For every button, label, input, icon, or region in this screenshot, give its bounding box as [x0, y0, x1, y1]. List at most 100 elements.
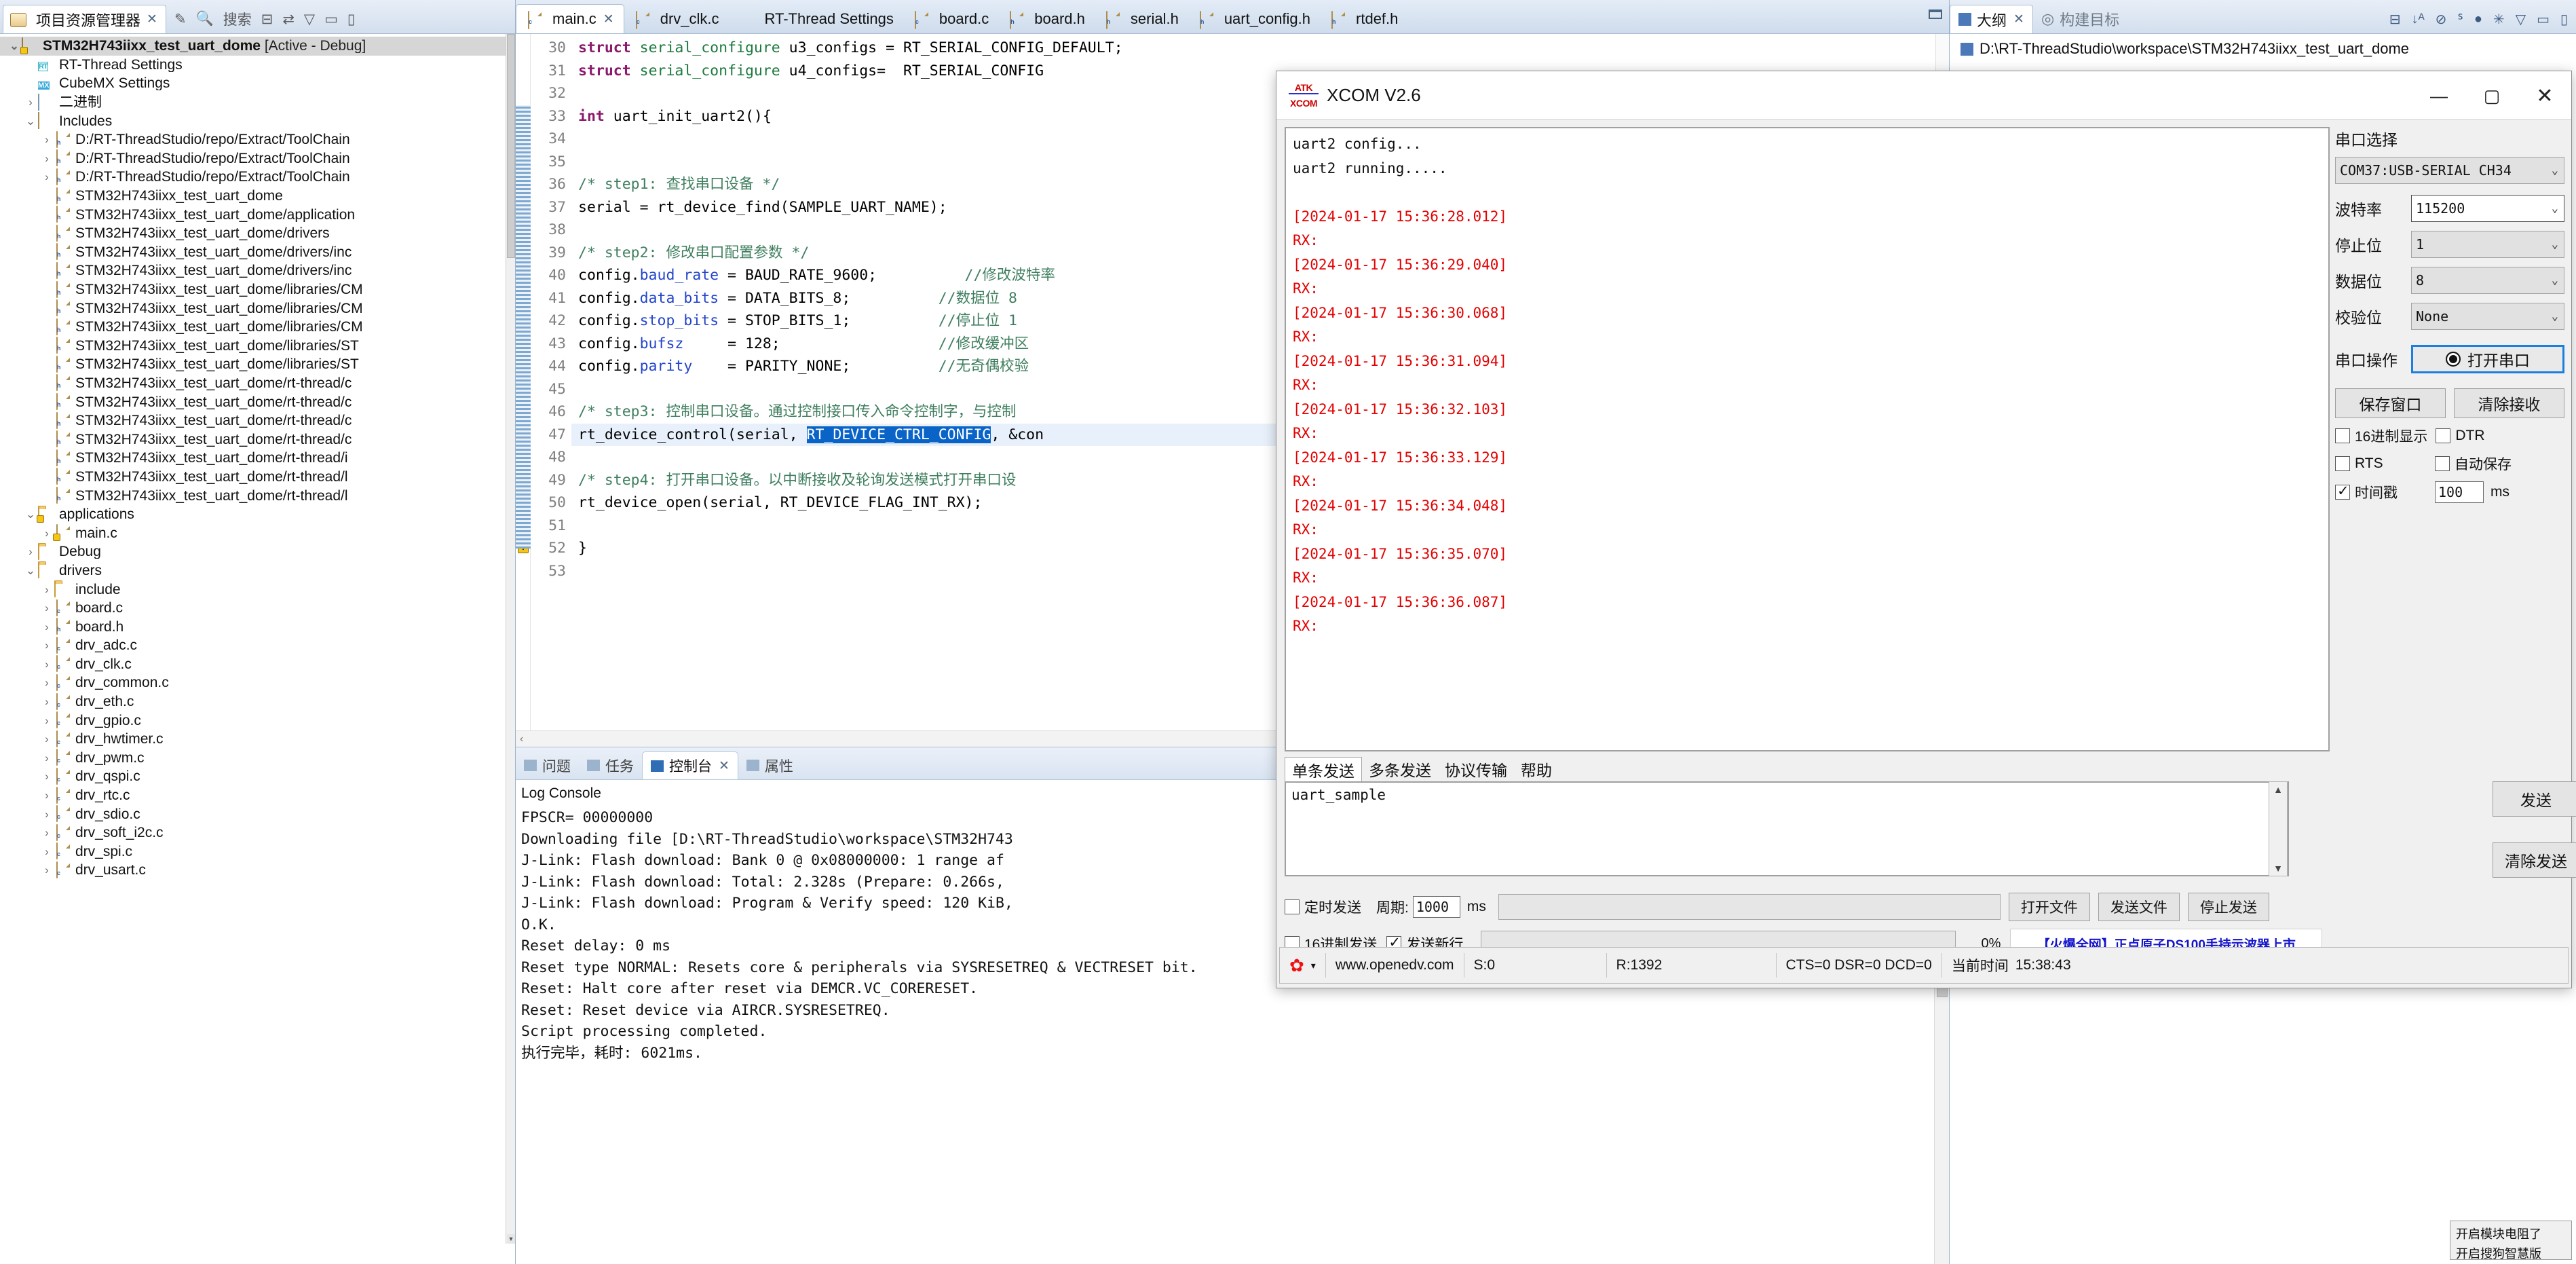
- tree-expand-arrow[interactable]: ›: [39, 808, 54, 820]
- tab-build-target[interactable]: ◎ 构建目标: [2033, 5, 2127, 33]
- tree-item[interactable]: ›cdrv_gpio.c: [0, 711, 506, 730]
- tree-expand-arrow[interactable]: ›: [39, 864, 54, 876]
- tree-item[interactable]: ·hSTM32H743iixx_test_uart_dome/rt-thread…: [0, 430, 506, 449]
- tree-item[interactable]: ·hSTM32H743iixx_test_uart_dome/drivers/i…: [0, 261, 506, 280]
- tree-expand-arrow[interactable]: ›: [39, 171, 54, 183]
- tree-item[interactable]: ⌄STM32H743iixx_test_uart_dome [Active - …: [0, 37, 506, 56]
- console-tab-任务[interactable]: 任务: [579, 751, 642, 779]
- tree-expand-arrow[interactable]: ›: [39, 639, 54, 651]
- view-menu-icon[interactable]: ▽: [304, 11, 315, 28]
- timed-send-checkbox[interactable]: [1285, 899, 1300, 914]
- code-line[interactable]: struct serial_configure u3_configs = RT_…: [571, 37, 1949, 60]
- ime-floating-bar[interactable]: 开启模块电阻了 开启搜狗智慧版: [2450, 1221, 2572, 1260]
- editor-tabbar[interactable]: cmain.c✕cdrv_clk.cRT-Thread Settingscboa…: [516, 0, 1949, 34]
- tree-expand-arrow[interactable]: ·: [23, 59, 38, 71]
- tree-item[interactable]: ›cboard.c: [0, 599, 506, 618]
- website-label[interactable]: www.openedv.com: [1326, 953, 1464, 978]
- hide-static-icon[interactable]: ᔆ: [2457, 11, 2463, 28]
- tree-expand-arrow[interactable]: ⌄: [7, 40, 22, 52]
- dtr-checkbox[interactable]: [2436, 428, 2450, 443]
- tree-expand-arrow[interactable]: ›: [39, 827, 54, 838]
- tree-item[interactable]: ·hSTM32H743iixx_test_uart_dome/rt-thread…: [0, 486, 506, 505]
- maximize-icon[interactable]: ▯: [347, 11, 356, 28]
- tree-expand-arrow[interactable]: ›: [39, 715, 54, 726]
- send-mode-tabs[interactable]: 单条发送多条发送协议传输帮助: [1285, 757, 1559, 781]
- editor-tab-rtdef-h[interactable]: hrtdef.h: [1320, 4, 1407, 33]
- tree-item[interactable]: ⌄applications: [0, 505, 506, 524]
- tab-project-explorer[interactable]: 项目资源管理器 ✕: [3, 5, 166, 33]
- minimize-icon[interactable]: ▭: [2537, 11, 2550, 28]
- tree-item[interactable]: ·hSTM32H743iixx_test_uart_dome/rt-thread…: [0, 449, 506, 468]
- tree-expand-arrow[interactable]: ›: [39, 696, 54, 707]
- tab-outline[interactable]: 大纲 ✕: [1950, 5, 2033, 33]
- tree-expand-arrow[interactable]: ·: [39, 358, 54, 370]
- minimize-icon[interactable]: —: [2412, 71, 2465, 120]
- tree-expand-arrow[interactable]: ·: [39, 490, 54, 502]
- tree-expand-arrow[interactable]: ›: [39, 527, 54, 539]
- maximize-icon[interactable]: ▯: [2560, 11, 2568, 28]
- tree-expand-arrow[interactable]: ·: [39, 471, 54, 483]
- send-file-button[interactable]: 发送文件: [2098, 893, 2180, 921]
- tree-item[interactable]: ›include: [0, 580, 506, 599]
- sort-az-icon[interactable]: ↓ᴬ: [2412, 12, 2425, 27]
- hex-display-checkbox[interactable]: [2335, 428, 2350, 443]
- tree-item[interactable]: ›cdrv_usart.c: [0, 861, 506, 880]
- hide-nonpublic-icon[interactable]: ●: [2474, 12, 2482, 27]
- tree-item[interactable]: ·hSTM32H743iixx_test_uart_dome/rt-thread…: [0, 392, 506, 411]
- filter-icon[interactable]: ✳: [2493, 11, 2505, 28]
- tree-expand-arrow[interactable]: ·: [39, 377, 54, 389]
- tree-item[interactable]: ·hSTM32H743iixx_test_uart_dome/applicati…: [0, 205, 506, 224]
- scroll-thumb[interactable]: [507, 34, 515, 258]
- tree-expand-arrow[interactable]: ›: [39, 789, 54, 801]
- receive-textarea[interactable]: uart2 config...uart2 running..... [2024-…: [1285, 127, 2330, 751]
- editor-tab-board-c[interactable]: cboard.c: [903, 4, 998, 33]
- tree-item[interactable]: ›hD:/RT-ThreadStudio/repo/Extract/ToolCh…: [0, 149, 506, 168]
- pencil-icon[interactable]: ✎: [174, 11, 187, 28]
- tree-item[interactable]: ›cdrv_hwtimer.c: [0, 730, 506, 749]
- port-select[interactable]: COM37:USB-SERIAL CH34 ⌄: [2335, 157, 2564, 184]
- send-tab-协议传输[interactable]: 协议传输: [1438, 757, 1514, 781]
- project-tree-scrollbar[interactable]: ▲ ▼: [506, 34, 515, 1244]
- tree-item[interactable]: ·hSTM32H743iixx_test_uart_dome/libraries…: [0, 318, 506, 337]
- outline-path-row[interactable]: D:\RT-ThreadStudio\workspace\STM32H743ii…: [1950, 34, 2576, 58]
- timestamp-interval-input[interactable]: 100: [2435, 481, 2484, 503]
- tree-expand-arrow[interactable]: ›: [39, 584, 54, 595]
- collapse-all-icon[interactable]: ⊟: [261, 11, 273, 28]
- tree-expand-arrow[interactable]: ·: [39, 340, 54, 352]
- tree-item[interactable]: ·hSTM32H743iixx_test_uart_dome/drivers: [0, 224, 506, 243]
- tree-expand-arrow[interactable]: ›: [23, 96, 38, 108]
- tree-item[interactable]: ·hSTM32H743iixx_test_uart_dome: [0, 187, 506, 206]
- stop-send-button[interactable]: 停止发送: [2188, 893, 2269, 921]
- tree-item[interactable]: ›Debug: [0, 542, 506, 561]
- close-icon[interactable]: ✕: [2518, 71, 2571, 120]
- tree-item[interactable]: ›cdrv_spi.c: [0, 842, 506, 861]
- send-textarea[interactable]: uart_sample: [1285, 781, 2289, 876]
- rts-checkbox[interactable]: [2335, 456, 2350, 471]
- tree-expand-arrow[interactable]: ⌄: [23, 115, 38, 127]
- timestamp-checkbox[interactable]: [2335, 485, 2350, 500]
- tree-expand-arrow[interactable]: ›: [39, 134, 54, 145]
- tree-expand-arrow[interactable]: ›: [39, 770, 54, 782]
- tree-expand-arrow[interactable]: ›: [39, 733, 54, 745]
- tree-expand-arrow[interactable]: ·: [39, 303, 54, 314]
- project-tree[interactable]: ⌄STM32H743iixx_test_uart_dome [Active - …: [0, 34, 506, 1244]
- tree-item[interactable]: ›cdrv_qspi.c: [0, 767, 506, 786]
- tree-expand-arrow[interactable]: ·: [39, 227, 54, 239]
- parity-select[interactable]: None ⌄: [2411, 303, 2564, 330]
- xcom-titlebar[interactable]: ATK XCOM XCOM V2.6 — ▢ ✕: [1276, 71, 2571, 120]
- tree-item[interactable]: ·hSTM32H743iixx_test_uart_dome/rt-thread…: [0, 374, 506, 393]
- tree-expand-arrow[interactable]: ›: [39, 153, 54, 164]
- tree-expand-arrow[interactable]: ›: [39, 621, 54, 633]
- tree-item[interactable]: ›cdrv_sdio.c: [0, 804, 506, 823]
- tree-item[interactable]: ·hSTM32H743iixx_test_uart_dome/rt-thread…: [0, 468, 506, 487]
- tree-item[interactable]: ›hD:/RT-ThreadStudio/repo/Extract/ToolCh…: [0, 130, 506, 149]
- tree-item[interactable]: ›cdrv_soft_i2c.c: [0, 823, 506, 842]
- period-input[interactable]: 1000: [1413, 896, 1460, 918]
- editor-minimize-icon[interactable]: [1929, 10, 1942, 19]
- send-tab-帮助[interactable]: 帮助: [1514, 757, 1559, 781]
- tree-item[interactable]: ·hSTM32H743iixx_test_uart_dome/libraries…: [0, 280, 506, 299]
- maximize-icon[interactable]: ▢: [2465, 71, 2518, 120]
- autosave-checkbox[interactable]: [2435, 456, 2450, 471]
- tree-expand-arrow[interactable]: ·: [39, 452, 54, 464]
- tree-expand-arrow[interactable]: ·: [39, 209, 54, 221]
